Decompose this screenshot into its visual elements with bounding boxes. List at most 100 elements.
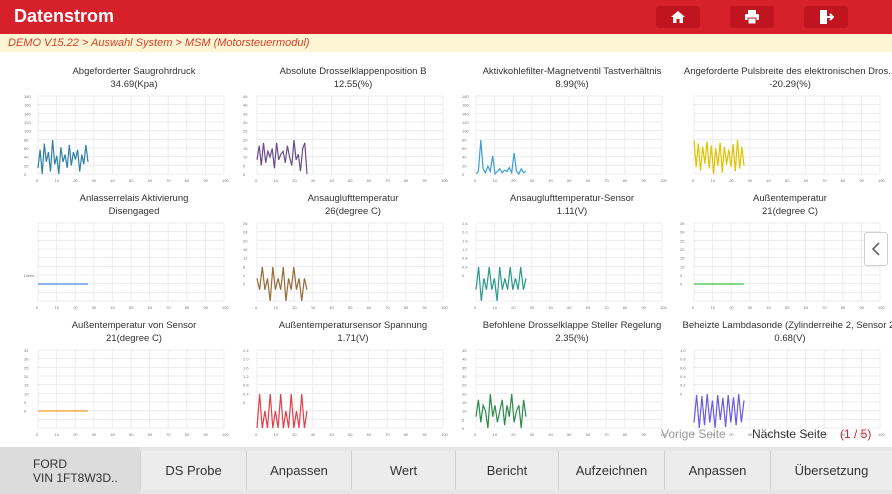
y-tick-label: 45: [243, 94, 248, 99]
y-tick-label: 10: [680, 264, 685, 269]
y-tick-label: 60: [24, 146, 29, 151]
value-button[interactable]: Wert: [351, 451, 455, 490]
next-page-button[interactable]: Nächste Seite: [752, 427, 827, 441]
y-tick-label: 60: [462, 146, 467, 151]
x-tick-label: 50: [129, 432, 134, 437]
chart-title: Aktivkohlefilter-Magnetventil Tastverhäl…: [482, 66, 662, 77]
y-tick-label: 1.2: [462, 247, 468, 252]
previous-page-button[interactable]: Vorige Seite: [661, 427, 726, 441]
y-tick-label: 40: [462, 357, 467, 362]
ds-probe-button[interactable]: DS Probe: [140, 451, 246, 490]
chart-title: Angeforderte Pulsbreite des elektronisch…: [683, 66, 892, 77]
breadcrumb: DEMO V15.22 > Auswahl System > MSM (Moto…: [8, 37, 310, 49]
x-tick-label: 70: [604, 432, 609, 437]
app-title: Datenstrom: [14, 6, 115, 26]
chart-panel[interactable]: Angeforderte Pulsbreite des elektronisch…: [680, 52, 892, 183]
sparkline-chart: Disen...0 10 20 30 40 50 60 70 80 90 100: [24, 222, 229, 310]
vehicle-vin: VIN 1FT8W3D..: [33, 471, 118, 485]
y-tick-label: 30: [243, 120, 248, 125]
y-tick-label: 35: [24, 348, 29, 353]
y-tick-label: Disen...: [24, 273, 38, 278]
y-tick-label: 25: [462, 383, 467, 388]
side-scroll-button[interactable]: [864, 232, 888, 266]
chart-panel[interactable]: Außentemperatur 21(degree C) 35 30 25 20 15 10 5…: [680, 179, 892, 310]
y-tick-label: 15: [243, 146, 248, 151]
chart-panel[interactable]: Befohlene Drosselklappe Steller Regelung…: [462, 306, 682, 437]
y-tick-label: 0: [24, 409, 27, 414]
chart-value: 1.71(V): [337, 333, 369, 344]
home-button[interactable]: [656, 6, 700, 28]
sparkline-chart: 353025201510500 10 20 30 40 50 60 70 80 90 100: [24, 348, 229, 437]
exit-icon: [820, 10, 834, 24]
chart-panel[interactable]: Ansauglufttemperatur 26(degree C) 28 24 20 16…: [243, 179, 463, 310]
y-tick-label: 25: [680, 238, 685, 243]
chart-value: 0.68(V): [774, 333, 806, 344]
chevron-left-icon: [871, 242, 880, 256]
x-tick-label: 20: [73, 432, 78, 437]
y-tick-label: 0.4: [243, 391, 249, 396]
chart-panel[interactable]: Außentemperatur von Sensor 21(degree C) 35…: [24, 306, 244, 437]
chart-value: Disengaged: [108, 206, 160, 217]
chart-panel[interactable]: Außentemperatursensor Spannung 1.71(V) 2.4…: [243, 306, 463, 437]
chart-panel[interactable]: Ansauglufttemperatur-Sensor 1.11(V) 2.4 2.0…: [462, 179, 682, 310]
x-tick-label: 60: [148, 432, 153, 437]
x-tick-label: 0: [474, 432, 477, 437]
y-tick-label: 20: [243, 137, 248, 142]
print-button[interactable]: [730, 6, 774, 28]
data-series-line: [693, 139, 745, 175]
y-tick-label: 0: [680, 282, 683, 287]
y-tick-label: 20: [462, 391, 467, 396]
adjust-button-2[interactable]: Anpassen: [664, 451, 770, 490]
chart-panel[interactable]: Abgeforderter Saugrohrdruck 34.69(Kpa) 180…: [24, 52, 244, 183]
y-tick-label: 20: [24, 374, 29, 379]
report-button[interactable]: Bericht: [455, 451, 558, 490]
print-icon: [745, 10, 759, 25]
y-tick-label: 180: [24, 94, 31, 99]
y-tick-label: 0: [243, 172, 246, 177]
x-tick-label: 0: [36, 432, 39, 437]
y-tick-label: 2.0: [462, 230, 468, 235]
y-tick-label: 35: [243, 111, 248, 116]
chart-value: 21(degree C): [762, 206, 818, 217]
y-tick-label: 40: [24, 155, 29, 160]
y-tick-label: 20: [680, 247, 685, 252]
y-tick-label: 180: [462, 94, 469, 99]
y-tick-label: 45: [462, 348, 467, 353]
x-tick-label: 100: [878, 432, 885, 437]
chart-title: Beheizte Lambdasonde (Zylinderreihe 2, S…: [682, 320, 892, 331]
chart-value: 2.35(%): [555, 333, 589, 344]
exit-button[interactable]: [804, 6, 848, 28]
y-tick-label: 0.8: [462, 256, 468, 261]
y-tick-label: 0: [462, 172, 465, 177]
translation-button[interactable]: Übersetzung: [770, 451, 892, 490]
x-tick-label: 40: [110, 432, 115, 437]
chart-title: Befohlene Drosselklappe Steller Regelung: [482, 320, 662, 331]
y-tick-label: 1.6: [462, 238, 468, 243]
x-tick-label: 40: [329, 432, 334, 437]
sparkline-chart: 2.4 2.0 1.6 1.2 0.8 0.4 0 0 10 20 30 40 50 60 70 80 90 10…: [243, 348, 448, 437]
sparkline-chart: 28242016128400 10 20 30 40 50 60 70 80 90 100: [243, 221, 448, 310]
y-tick-label: 20: [243, 238, 248, 243]
chart-panel[interactable]: Aktivkohlefilter-Magnetventil Tastverhäl…: [462, 52, 682, 183]
y-tick-label: 120: [462, 120, 469, 125]
y-tick-label: 25: [243, 129, 248, 134]
y-tick-label: 5: [243, 163, 246, 168]
chart-panel[interactable]: Anlasserrelais Aktivierung Disengaged Dise…: [24, 179, 244, 310]
chart-panel[interactable]: Beheizte Lambdasonde (Zylinderreihe 2, S…: [680, 306, 892, 437]
x-tick-label: 0: [255, 432, 258, 437]
record-button[interactable]: Aufzeichnen: [558, 451, 664, 490]
adjust-button[interactable]: Anpassen: [246, 451, 351, 490]
screen: Datenstrom DEMO V15.22 > Auswahl System …: [0, 0, 892, 494]
y-tick-label: 0: [243, 400, 246, 405]
y-tick-label: 35: [680, 221, 685, 226]
y-tick-label: 40: [462, 155, 467, 160]
y-tick-label: 160: [462, 103, 469, 108]
y-tick-label: 15: [24, 383, 29, 388]
y-tick-label: 0.4: [462, 264, 468, 269]
y-tick-label: 20: [462, 163, 467, 168]
sparkline-chart: 353025201510500 10 20 30 40 50 60 70 80 90 100: [680, 221, 885, 310]
y-tick-label: 2.4: [243, 348, 249, 353]
chart-title: Außentemperatur: [753, 193, 827, 204]
y-tick-label: 0: [462, 273, 465, 278]
chart-panel[interactable]: Absolute Drosselklappenposition B 12.55(%…: [243, 52, 463, 183]
